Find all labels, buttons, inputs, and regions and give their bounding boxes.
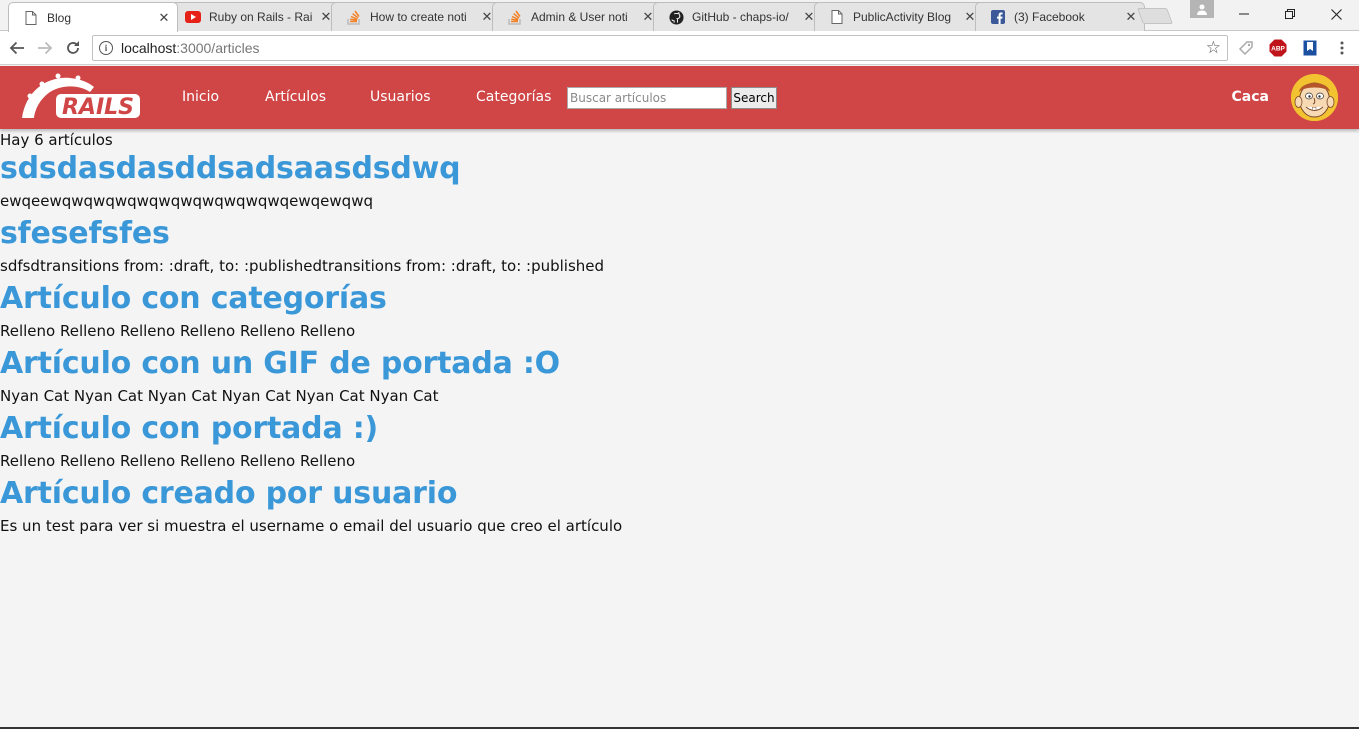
github-icon xyxy=(668,9,684,25)
search-button[interactable]: Search xyxy=(731,87,777,109)
page-icon xyxy=(23,10,39,26)
close-tab-icon[interactable]: ✕ xyxy=(157,10,171,26)
avatar[interactable] xyxy=(1291,74,1338,121)
url-path: :3000/articles xyxy=(176,40,260,56)
new-tab-button[interactable] xyxy=(1137,8,1173,24)
info-icon[interactable]: i xyxy=(99,41,113,55)
profile-icon[interactable] xyxy=(1190,0,1214,18)
search-input[interactable] xyxy=(567,87,727,109)
article-title-link[interactable]: sdsdasdasddsadsaasdsdwq xyxy=(0,150,1359,188)
nav-link-articulos[interactable]: Artículos xyxy=(265,89,326,105)
app-navbar: RAILS Inicio Artículos Usuarios Categorí… xyxy=(0,66,1359,129)
article-title-link[interactable]: Artículo con un GIF de portada :O xyxy=(0,345,1359,383)
stackoverflow-icon xyxy=(507,9,523,25)
browser-tab-strip: Blog ✕ Ruby on Rails - Rai ✕ How to crea… xyxy=(0,0,1359,32)
back-icon[interactable] xyxy=(5,36,29,60)
browser-tab[interactable]: (3) Facebook ✕ xyxy=(975,2,1145,31)
article-body: sdfsdtransitions from: :draft, to: :publ… xyxy=(0,257,605,275)
tab-title: PublicActivity Blog xyxy=(853,10,952,24)
page-icon xyxy=(829,9,845,25)
youtube-icon xyxy=(185,9,201,25)
nav-link-inicio[interactable]: Inicio xyxy=(182,89,219,105)
stackoverflow-icon xyxy=(346,9,362,25)
browser-tab[interactable]: PublicActivity Blog ✕ xyxy=(814,2,984,31)
browser-tab[interactable]: Admin & User noti ✕ xyxy=(492,2,662,31)
url-host: localhost xyxy=(121,40,177,56)
article-title-link[interactable]: Artículo con portada :) xyxy=(0,410,1359,448)
article-item: sdsdasdasddsadsaasdsdwq ewqeewqwqwqwqwqw… xyxy=(0,150,1359,213)
article-body: Relleno Relleno Relleno Relleno Relleno … xyxy=(0,452,356,470)
article-body: ewqeewqwqwqwqwqwqwqwqwqwqwqewqewqwq xyxy=(0,192,373,210)
browser-toolbar: i localhost:3000/articles ☆ ABP xyxy=(0,31,1359,65)
tab-title: Blog xyxy=(47,10,72,25)
article-item: Artículo con categorías Relleno Relleno … xyxy=(0,280,1359,343)
tag-extension-icon[interactable] xyxy=(1236,38,1256,58)
facebook-icon xyxy=(990,9,1006,25)
username[interactable]: Caca xyxy=(1232,89,1269,105)
nav-link-usuarios[interactable]: Usuarios xyxy=(370,89,431,105)
article-item: Artículo con portada :) Relleno Relleno … xyxy=(0,410,1359,473)
tab-title: (3) Facebook xyxy=(1014,10,1085,24)
articles-main: Hay 6 artículos sdsdasdasddsadsaasdsdwq … xyxy=(0,130,1359,540)
browser-tab[interactable]: How to create noti ✕ xyxy=(331,2,501,31)
adblock-label: ABP xyxy=(1271,46,1285,53)
tab-title: Ruby on Rails - Rai xyxy=(209,10,313,24)
logo-text: RAILS xyxy=(62,95,134,120)
tab-title: Admin & User noti xyxy=(531,10,628,24)
restore-icon[interactable] xyxy=(1267,0,1313,28)
tab-title: How to create noti xyxy=(370,10,467,24)
rails-logo[interactable]: RAILS xyxy=(18,72,142,122)
article-title-link[interactable]: Artículo con categorías xyxy=(0,280,1359,318)
close-window-icon[interactable] xyxy=(1313,0,1359,28)
forward-icon[interactable] xyxy=(33,36,57,60)
nav-link-categorias[interactable]: Categorías xyxy=(476,89,551,105)
article-item: sfesefsfes sdfsdtransitions from: :draft… xyxy=(0,215,1359,278)
article-body: Es un test para ver si muestra el userna… xyxy=(0,517,623,535)
reload-icon[interactable] xyxy=(61,36,85,60)
article-title-link[interactable]: sfesefsfes xyxy=(0,215,1359,253)
article-body: Relleno Relleno Relleno Relleno Relleno … xyxy=(0,322,356,340)
bookmark-extension-icon[interactable] xyxy=(1300,38,1320,58)
more-menu-icon[interactable] xyxy=(1332,38,1352,58)
close-tab-icon[interactable]: ✕ xyxy=(1124,9,1138,25)
article-item: Artículo con un GIF de portada :O Nyan C… xyxy=(0,345,1359,408)
article-title-link[interactable]: Artículo creado por usuario xyxy=(0,475,1359,513)
address-bar[interactable]: i localhost:3000/articles ☆ xyxy=(92,35,1228,61)
browser-tab[interactable]: GitHub - chaps-io/ ✕ xyxy=(653,2,823,31)
bookmark-star-icon[interactable]: ☆ xyxy=(1206,38,1221,58)
browser-tab[interactable]: Ruby on Rails - Rai ✕ xyxy=(170,2,340,31)
browser-tab[interactable]: Blog ✕ xyxy=(8,2,178,32)
minimize-icon[interactable] xyxy=(1221,0,1267,28)
tab-title: GitHub - chaps-io/ xyxy=(692,10,789,24)
adblock-icon[interactable]: ABP xyxy=(1268,38,1288,58)
article-item: Artículo creado por usuario Es un test p… xyxy=(0,475,1359,538)
article-body: Nyan Cat Nyan Cat Nyan Cat Nyan Cat Nyan… xyxy=(0,387,439,405)
article-count: Hay 6 artículos xyxy=(0,131,113,149)
